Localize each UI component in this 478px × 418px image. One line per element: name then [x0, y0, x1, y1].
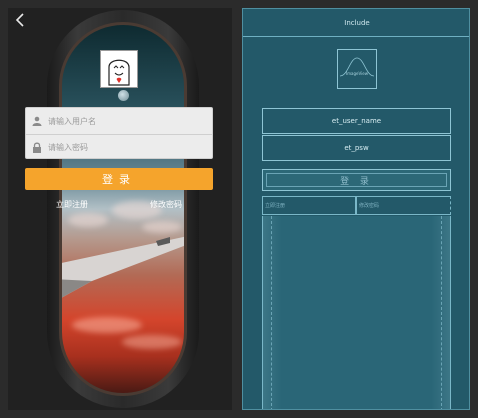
lock-icon	[26, 135, 48, 161]
username-field[interactable]: 请输入用户名	[26, 108, 212, 134]
bp-username-field[interactable]: et_user_name	[262, 108, 451, 134]
blueprint-preview: Include ImageView et_user_name et_psw 登 …	[242, 8, 470, 410]
bp-imageview-label: ImageView	[345, 71, 369, 76]
bp-login-inner	[266, 173, 447, 187]
login-button[interactable]: 登录	[25, 168, 213, 190]
change-password-link[interactable]: 修改密码	[150, 199, 182, 210]
user-icon	[26, 108, 48, 134]
login-input-group: 请输入用户名 请输入密码	[25, 107, 213, 159]
bp-login-button[interactable]: 登 录	[262, 169, 451, 191]
bp-imageview[interactable]: ImageView	[337, 49, 377, 89]
password-field[interactable]: 请输入密码	[26, 134, 212, 160]
bp-register-link[interactable]: 立即注册	[262, 196, 356, 215]
ghost-avatar-icon	[100, 50, 138, 88]
airplane-wing	[62, 236, 184, 298]
bp-password-field[interactable]: et_psw	[262, 135, 451, 161]
bp-include[interactable]: Include	[243, 9, 469, 37]
back-arrow-icon[interactable]	[14, 12, 30, 30]
password-placeholder: 请输入密码	[48, 143, 88, 152]
register-link[interactable]: 立即注册	[56, 199, 88, 210]
layout-editor: 请输入用户名 请输入密码 登录 立即注册 修改密码 Include ImageV…	[0, 0, 478, 418]
design-preview: 请输入用户名 请输入密码 登录 立即注册 修改密码	[8, 8, 232, 410]
bp-change-password-link[interactable]: 修改密码	[356, 196, 451, 215]
bp-content-container	[262, 216, 451, 409]
username-placeholder: 请输入用户名	[48, 116, 96, 126]
moon	[118, 90, 129, 101]
